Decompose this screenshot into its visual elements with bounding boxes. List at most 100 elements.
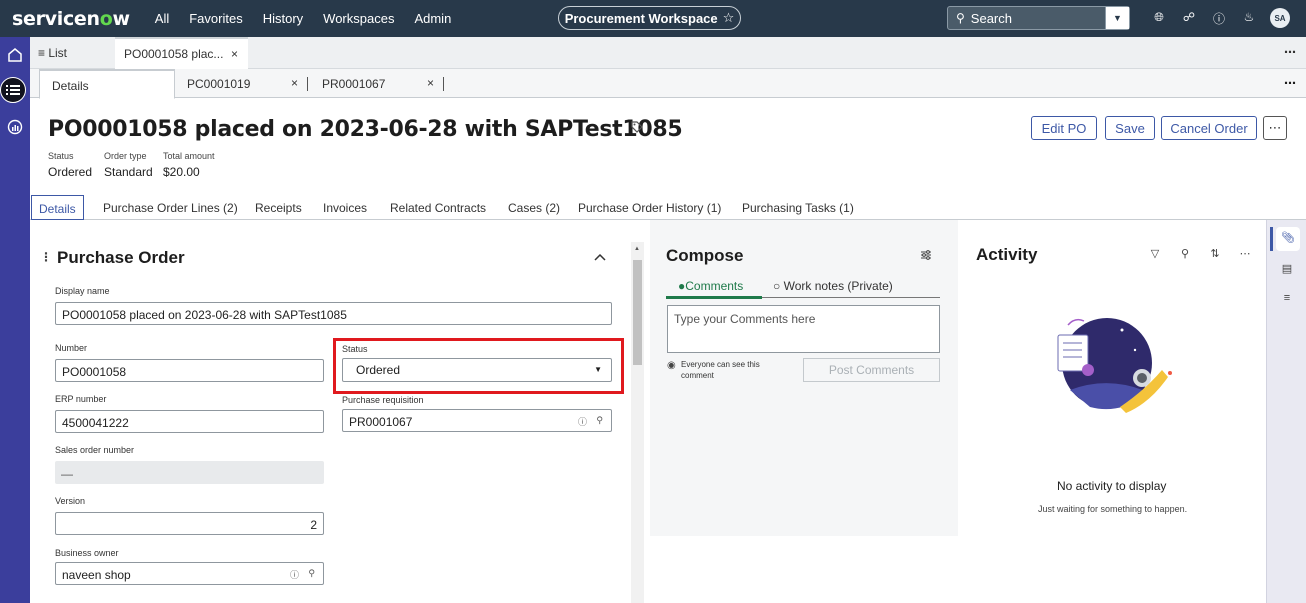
- tab-list-label: List: [48, 46, 68, 60]
- divider: [443, 77, 444, 91]
- chevron-down-icon[interactable]: ▼: [1105, 7, 1129, 29]
- eye-icon: ◉: [667, 360, 676, 371]
- subtab-pc0001019[interactable]: PC0001019: [187, 69, 250, 98]
- close-icon[interactable]: ×: [291, 76, 298, 90]
- version-label: Version: [55, 496, 86, 506]
- purchase-requisition-field[interactable]: PR0001067 ⓘ ⚲: [342, 409, 612, 432]
- subtab-pr0001067[interactable]: PR0001067: [322, 69, 385, 98]
- analytics-icon[interactable]: [4, 116, 26, 138]
- subtab-details[interactable]: Details: [39, 69, 175, 99]
- compose-title: Compose: [666, 246, 744, 265]
- sales-order-number-label: Sales order number: [55, 445, 135, 455]
- chevron-up-icon[interactable]: [594, 248, 606, 264]
- empty-state-title: No activity to display: [1057, 479, 1167, 493]
- workspace-label: Procurement Workspace: [564, 10, 718, 26]
- nav-all[interactable]: All: [155, 11, 169, 26]
- tab-purchase-order-lines[interactable]: Purchase Order Lines (2): [103, 201, 238, 215]
- display-name-label: Display name: [55, 286, 110, 296]
- tag-icon[interactable]: [631, 121, 643, 136]
- tab-cases[interactable]: Cases (2): [508, 201, 560, 215]
- tab-receipts[interactable]: Receipts: [255, 201, 302, 215]
- avatar[interactable]: SA: [1270, 8, 1290, 28]
- empty-state-subtitle: Just waiting for something to happen.: [1038, 504, 1188, 514]
- chat-icon[interactable]: ☍: [1174, 10, 1204, 27]
- home-icon[interactable]: [4, 44, 26, 66]
- tab-related-contracts[interactable]: Related Contracts: [390, 201, 486, 215]
- meta-status: Status Ordered: [48, 151, 92, 179]
- tab-details[interactable]: Details: [31, 195, 84, 220]
- more-icon[interactable]: ⋯: [1230, 247, 1260, 260]
- activity-title: Activity: [976, 245, 1038, 264]
- tab-record[interactable]: PO0001058 plac... ×: [115, 37, 248, 69]
- tab-work-notes[interactable]: ○ Work notes (Private): [773, 279, 893, 293]
- top-icons: 🌐︎ ☍ ⓘ ♨: [1144, 10, 1264, 27]
- search-input[interactable]: Search: [971, 11, 1105, 26]
- tab-purchasing-tasks[interactable]: Purchasing Tasks (1): [742, 201, 854, 215]
- active-tab-indicator: [666, 296, 762, 299]
- empty-activity-illustration: [1057, 318, 1172, 413]
- number-label: Number: [55, 343, 88, 353]
- workspace-tabs: ≡ List PO0001058 plac... × ⋯: [30, 37, 1306, 69]
- bell-icon[interactable]: ♨: [1234, 10, 1264, 27]
- post-comments-button[interactable]: Post Comments: [803, 358, 940, 382]
- activity-toolbar: ▽ ⚲ ⇅ ⋯: [1140, 247, 1260, 260]
- info-icon[interactable]: ⓘ: [578, 415, 587, 428]
- display-name-field[interactable]: PO0001058 placed on 2023-06-28 with SAPT…: [55, 302, 612, 325]
- nav-workspaces[interactable]: Workspaces: [323, 11, 394, 26]
- erp-number-label: ERP number: [55, 394, 107, 404]
- version-field[interactable]: 2: [55, 512, 324, 535]
- search-icon[interactable]: ⚲: [1170, 247, 1200, 260]
- help-icon[interactable]: ⓘ: [1204, 10, 1234, 27]
- tab-invoices[interactable]: Invoices: [323, 201, 367, 215]
- save-button[interactable]: Save: [1105, 116, 1155, 140]
- number-field[interactable]: PO0001058: [55, 359, 324, 382]
- comments-textarea[interactable]: Type your Comments here: [667, 305, 940, 353]
- settings-sliders-icon[interactable]: [920, 249, 932, 264]
- tab-list[interactable]: ≡ List: [38, 46, 67, 60]
- search-icon[interactable]: ⚲: [596, 415, 603, 426]
- scrollbar-thumb[interactable]: [633, 260, 642, 365]
- scroll-up-icon[interactable]: ▲: [634, 246, 640, 252]
- edit-po-button[interactable]: Edit PO: [1031, 116, 1097, 140]
- servicenow-logo[interactable]: servicenow: [12, 8, 130, 30]
- more-icon[interactable]: ⋯: [1284, 45, 1296, 59]
- business-owner-field[interactable]: naveen shop ⓘ ⚲: [55, 562, 324, 585]
- divider: [307, 77, 308, 91]
- nav-admin[interactable]: Admin: [414, 11, 451, 26]
- list-icon[interactable]: [0, 77, 26, 103]
- meta-label: Status: [48, 151, 74, 161]
- sort-icon[interactable]: ⇅: [1200, 247, 1230, 260]
- global-search[interactable]: ⚲ Search ▼: [947, 6, 1130, 30]
- search-icon: ⚲: [956, 11, 965, 25]
- detail-tabs: Details Purchase Order Lines (2) Receipt…: [30, 195, 1306, 220]
- more-icon[interactable]: ⋯: [1284, 76, 1296, 90]
- scrollbar[interactable]: ▲: [631, 242, 644, 603]
- tab-purchase-order-history[interactable]: Purchase Order History (1): [578, 201, 721, 215]
- right-rail: 📎︎ ▤ ≡: [1266, 220, 1306, 603]
- workspace-pill[interactable]: Procurement Workspace ☆: [558, 6, 741, 30]
- nav-history[interactable]: History: [263, 11, 303, 26]
- meta-label: Order type: [104, 151, 147, 161]
- meta-value: Standard: [104, 165, 153, 179]
- info-icon[interactable]: ⓘ: [290, 568, 299, 581]
- more-actions-button[interactable]: ⋯: [1263, 116, 1287, 140]
- drag-handle-icon[interactable]: ⋮: [40, 250, 52, 264]
- close-icon[interactable]: ×: [427, 76, 434, 90]
- meta-value: $20.00: [163, 165, 200, 179]
- tab-comments[interactable]: ●Comments: [678, 279, 743, 293]
- visibility-note: Everyone can see this comment: [681, 360, 760, 380]
- star-icon[interactable]: ☆: [723, 10, 735, 26]
- meta-total-amount: Total amount $20.00: [163, 151, 215, 179]
- erp-number-field[interactable]: 4500041222: [55, 410, 324, 433]
- close-icon[interactable]: ×: [231, 47, 238, 61]
- search-icon[interactable]: ⚲: [308, 568, 315, 579]
- document-icon[interactable]: ▤: [1277, 262, 1297, 282]
- cancel-order-button[interactable]: Cancel Order: [1161, 116, 1257, 140]
- filter-icon[interactable]: ▽: [1140, 247, 1170, 260]
- list-icon[interactable]: ≡: [1277, 292, 1297, 312]
- attachment-icon[interactable]: 📎︎: [1276, 227, 1300, 251]
- nav-favorites[interactable]: Favorites: [189, 11, 242, 26]
- globe-icon[interactable]: 🌐︎: [1144, 10, 1174, 27]
- lock-icon: ○: [773, 279, 781, 293]
- section-title: Purchase Order: [57, 248, 185, 267]
